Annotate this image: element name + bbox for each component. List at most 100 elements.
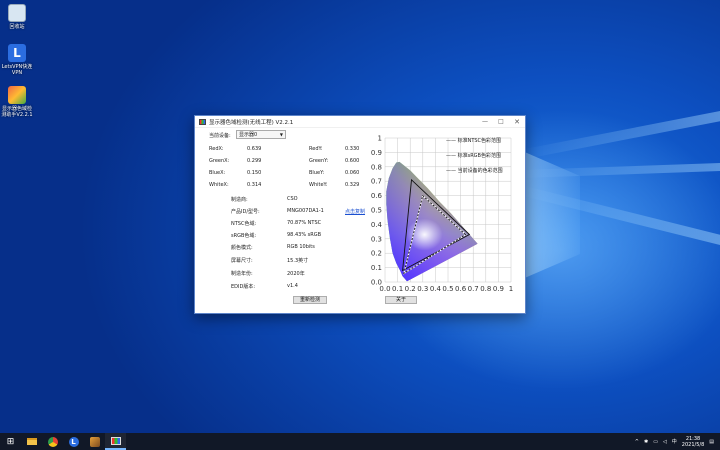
screen-size-value: 15.3英寸 [287,258,309,264]
x-tick-label: 0.9 [493,285,504,293]
chevron-down-icon: ▼ [279,132,283,137]
red-y-value: 0.330 [345,146,360,152]
x-axis-ticks: 0.0 0.1 0.2 0.3 0.4 0.5 0.6 0.7 0.8 0.9 1 [379,285,513,293]
y-tick-label: 1 [378,135,382,143]
x-tick-label: 0.8 [480,285,491,293]
product-id-value: MNG007DA1-1 [287,208,324,214]
blue-x-value: 0.150 [247,170,262,176]
y-tick-label: 0.6 [371,192,383,200]
x-tick-label: 0.4 [430,285,442,293]
tool-taskbar-icon [89,436,100,447]
srgb-label: sRGB色域: [231,233,257,239]
ntsc-label: NTSC色域: [231,221,257,227]
desktop-icon-letsvpn[interactable]: L LetsVPN快连VPN [0,44,34,76]
maximize-button[interactable]: □ [493,118,509,125]
chrome-button[interactable] [42,433,63,450]
copy-link[interactable]: 点击复制 [345,208,365,215]
cie-chromaticity-chart: 0.0 0.1 0.2 0.3 0.4 0.5 0.6 0.7 0.8 0.9 1 0.00.10.… [371,135,513,294]
app-window: 显示器色域检测(无线工程) V2.2.1 — □ ✕ 当前设备: 显示器0 ▼ … [194,115,526,314]
file-explorer-icon [26,438,37,445]
white-point-glow [406,218,443,251]
title-bar[interactable]: 显示器色域检测(无线工程) V2.2.1 — □ ✕ [195,116,525,128]
start-button[interactable]: ⊞ [0,433,21,450]
srgb-value: 98.43% sRGB [287,232,322,238]
x-tick-label: 0.5 [442,285,453,293]
device-label: 当前设备: [209,133,231,139]
desktop-icon-label: LetsVPN快连VPN [1,64,33,76]
taskbar: ⊞ L ^ ✱ ▭ ◁ 中 21:38 2021/5/8 ▤ [0,433,720,450]
redetect-button[interactable]: 重新检测 [293,296,327,304]
y-tick-label: 0.5 [371,207,382,215]
display-gamut-taskbar-button[interactable] [105,433,126,450]
system-tray: ^ ✱ ▭ ◁ 中 21:38 2021/5/8 ▤ [635,433,714,450]
desktop-icon-display-tool[interactable]: 显示器色域检测助手V2.2.1 [0,86,34,118]
network-icon[interactable]: ▭ [653,439,658,445]
x-tick-label: 0.3 [417,285,428,293]
tool-taskbar-button[interactable] [84,433,105,450]
close-button[interactable]: ✕ [509,118,525,126]
white-y-value: 0.329 [345,182,360,188]
red-x-label: RedX: [209,146,224,152]
y-axis-ticks: 0.0 0.1 0.2 0.3 0.4 0.5 0.6 0.7 0.8 0.9 1 [371,135,383,287]
letsvpn-taskbar-icon: L [68,436,79,447]
y-tick-label: 0.9 [371,149,382,157]
device-select[interactable]: 显示器0 ▼ [236,130,286,139]
y-tick-label: 0.8 [371,163,382,171]
color-mode-label: 颜色模式: [231,245,253,251]
device-select-value: 显示器0 [239,132,258,138]
edid-value: v1.4 [287,283,298,289]
display-gamut-tool-icon [8,86,26,104]
x-tick-label: 0.7 [468,285,479,293]
white-x-label: WhiteX: [209,182,229,188]
x-tick-label: 0.6 [455,285,467,293]
white-x-value: 0.314 [247,182,262,188]
letsvpn-taskbar-button[interactable]: L [63,433,84,450]
product-id-label: 产品ID/型号: [231,209,260,215]
volume-icon[interactable]: ◁ [663,439,667,445]
about-button[interactable]: 关于 [385,296,417,304]
legend-item: —— 当前设备的色彩范围 [446,167,503,174]
white-y-label: WhiteY: [309,182,328,188]
manufacturer-label: 制造商: [231,197,248,203]
x-tick-label: 1 [509,285,513,293]
x-tick-label: 0.1 [392,285,403,293]
chrome-icon [47,436,58,447]
x-tick-label: 0.2 [405,285,416,293]
windows-logo-icon: ⊞ [6,436,15,447]
clock[interactable]: 21:38 2021/5/8 [682,436,704,448]
year-label: 制造年份: [231,271,253,277]
desktop-icon-label: 显示器色域检测助手V2.2.1 [1,106,33,118]
year-value: 2020年 [287,271,305,277]
legend-item: —— 标准sRGB色彩范围 [446,152,501,159]
ime-indicator[interactable]: 中 [672,438,677,445]
clock-date: 2021/5/8 [681,441,705,448]
blue-y-label: BlueY: [309,170,325,176]
green-y-label: GreenY: [309,158,329,164]
legend-item: —— 标准NTSC色彩范围 [446,137,501,144]
blue-y-value: 0.060 [345,170,360,176]
y-tick-label: 0.0 [371,279,382,287]
desktop-icon-recycle-bin[interactable]: 回收站 [0,4,34,30]
bluetooth-icon[interactable]: ✱ [644,439,648,445]
window-title: 显示器色域检测(无线工程) V2.2.1 [209,119,294,126]
wallpaper-beam [519,104,720,160]
green-y-value: 0.600 [345,158,360,164]
tray-chevron-icon[interactable]: ^ [635,439,639,445]
y-tick-label: 0.2 [371,250,382,258]
y-tick-label: 0.1 [371,264,382,272]
red-x-value: 0.639 [247,146,262,152]
file-explorer-button[interactable] [21,433,42,450]
color-mode-value: RGB 10bits [287,244,315,250]
minimize-button[interactable]: — [477,118,493,125]
green-x-value: 0.299 [247,158,262,164]
green-x-label: GreenX: [209,158,230,164]
y-tick-label: 0.4 [371,221,383,229]
spectral-locus [386,161,478,282]
notification-icon[interactable]: ▤ [709,439,714,445]
display-gamut-taskbar-icon [110,436,121,445]
desktop-icon-label: 回收站 [9,24,25,30]
app-title-icon [199,118,206,125]
recycle-bin-icon [8,4,26,22]
edid-label: EDID版本: [231,284,256,290]
chart-legend: —— 标准NTSC色彩范围 —— 标准sRGB色彩范围 —— 当前设备的色彩范围 [446,137,503,174]
